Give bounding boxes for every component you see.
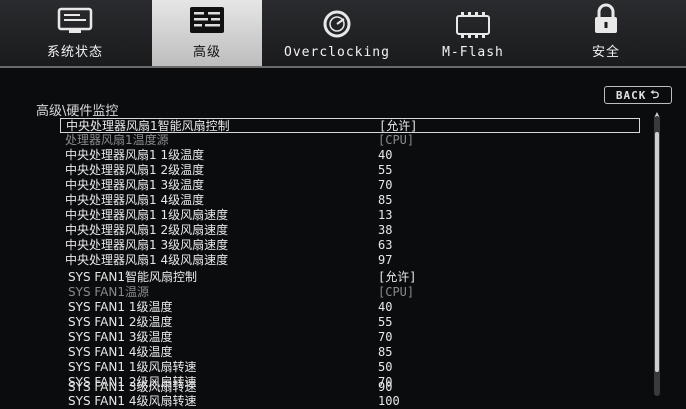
setting-value[interactable]: 100 [378,394,400,409]
setting-row-cpu-fan1-speed-3[interactable]: 中央处理器风扇1 3级风扇速度 63 [60,238,640,253]
setting-value[interactable]: 55 [378,315,392,330]
back-button[interactable]: BACK ⮌ [604,86,672,104]
setting-row-cpu-fan1-temp-3[interactable]: 中央处理器风扇1 3级温度 70 [60,178,640,193]
setting-row-sys-fan1-temp-3[interactable]: SYS FAN1 3级温度 70 [60,330,640,345]
setting-label: SYS FAN1智能风扇控制 [68,270,198,284]
setting-label: 中央处理器风扇1 1级温度 [65,148,205,162]
setting-label: 中央处理器风扇1 4级风扇速度 [65,253,229,267]
tab-label: 高级 [192,45,221,60]
setting-value[interactable]: 90 [378,380,392,395]
tab-system-status[interactable]: 系统状态 [22,0,128,66]
setting-row-sys-fan1-speed-1[interactable]: SYS FAN1 1级风扇转速 50 [60,360,640,375]
tab-overclocking[interactable]: Overclocking [282,0,392,66]
setting-label: SYS FAN1 3级风扇转速 [68,380,197,394]
gauge-icon [323,10,351,38]
setting-value[interactable]: 13 [378,208,392,223]
tab-label: 系统状态 [46,45,103,60]
setting-row-sys-fan1-temp-4[interactable]: SYS FAN1 4级温度 85 [60,345,640,360]
setting-value[interactable]: 70 [378,330,392,345]
setting-row-sys-fan1-speed-4[interactable]: SYS FAN1 4级风扇转速 100 [60,394,640,409]
setting-value[interactable]: 38 [378,223,392,238]
setting-label: SYS FAN1 3级温度 [68,330,173,344]
setting-value: [CPU] [378,285,415,299]
setting-label: 中央处理器风扇1智能风扇控制 [66,119,230,133]
setting-value[interactable]: [允许] [378,270,416,285]
setting-value[interactable]: 97 [378,253,392,268]
tab-label: Overclocking [284,45,390,60]
lock-icon [595,3,617,33]
setting-value[interactable]: 55 [378,163,392,178]
tab-label: 安全 [591,45,620,60]
monitor-icon [57,7,93,33]
setting-label: SYS FAN1温源 [68,285,150,299]
setting-row-sys-fan1-temp-2[interactable]: SYS FAN1 2级温度 55 [60,315,640,330]
setting-label: SYS FAN1 4级温度 [68,345,173,359]
top-navigation-bar: 系统状态 高级 Overclocking M-Flash 安全 [0,0,686,68]
setting-label: SYS FAN1 1级风扇转速 [68,360,197,374]
setting-row-sys-fan1-speed-3[interactable]: SYS FAN1 3级风扇转速 90 [60,380,640,395]
settings-panel-icon [190,7,224,33]
breadcrumb: 高级\硬件监控 [36,104,119,119]
tab-m-flash[interactable]: M-Flash [418,0,528,66]
setting-row-cpu-fan1-smart-control[interactable]: 中央处理器风扇1智能风扇控制 [允许] [60,118,640,133]
setting-label: 中央处理器风扇1 2级风扇速度 [65,223,229,237]
setting-row-cpu-fan1-speed-2[interactable]: 中央处理器风扇1 2级风扇速度 38 [60,223,640,238]
setting-value[interactable]: 70 [378,178,392,193]
setting-row-cpu-fan1-temp-4[interactable]: 中央处理器风扇1 4级温度 85 [60,193,640,208]
setting-row-sys-fan1-temp-1[interactable]: SYS FAN1 1级温度 40 [60,300,640,315]
setting-value[interactable]: 85 [378,193,392,208]
tab-advanced[interactable]: 高级 [152,0,262,66]
setting-row-cpu-fan1-speed-1[interactable]: 中央处理器风扇1 1级风扇速度 13 [60,208,640,223]
tab-label: M-Flash [442,45,504,60]
setting-label: SYS FAN1 2级温度 [68,315,173,329]
setting-row-cpu-fan1-temp-1[interactable]: 中央处理器风扇1 1级温度 40 [60,148,640,163]
setting-row-sys-fan1-temp-source: SYS FAN1温源 [CPU] [60,285,640,300]
tab-security[interactable]: 安全 [556,0,656,66]
setting-label: SYS FAN1 1级温度 [68,300,173,314]
setting-row-cpu-fan1-temp-source: 处理器风扇1温度源 [CPU] [60,133,640,148]
setting-label: 中央处理器风扇1 3级风扇速度 [65,238,229,252]
setting-label: 中央处理器风扇1 4级温度 [65,193,205,207]
setting-label: 处理器风扇1温度源 [65,133,169,147]
setting-label: 中央处理器风扇1 1级风扇速度 [65,208,229,222]
setting-row-cpu-fan1-speed-4[interactable]: 中央处理器风扇1 4级风扇速度 97 [60,253,640,268]
setting-label: SYS FAN1 4级风扇转速 [68,394,197,408]
return-arrow-icon: ⮌ [650,87,661,101]
setting-value[interactable]: 85 [378,345,392,360]
setting-value: [CPU] [378,133,415,147]
setting-value[interactable]: 50 [378,360,392,375]
setting-value[interactable]: 40 [378,148,392,163]
setting-label: 中央处理器风扇1 3级温度 [65,178,205,192]
scrollbar-thumb[interactable] [655,132,659,372]
setting-label: 中央处理器风扇1 2级温度 [65,163,205,177]
setting-row-sys-fan1-smart-control[interactable]: SYS FAN1智能风扇控制 [允许] [60,270,640,285]
bios-chip-icon [456,12,490,38]
setting-value[interactable]: [允许] [379,119,417,134]
setting-value[interactable]: 40 [378,300,392,315]
setting-value[interactable]: 63 [378,238,392,253]
setting-row-cpu-fan1-temp-2[interactable]: 中央处理器风扇1 2级温度 55 [60,163,640,178]
back-button-label: BACK [615,88,647,102]
